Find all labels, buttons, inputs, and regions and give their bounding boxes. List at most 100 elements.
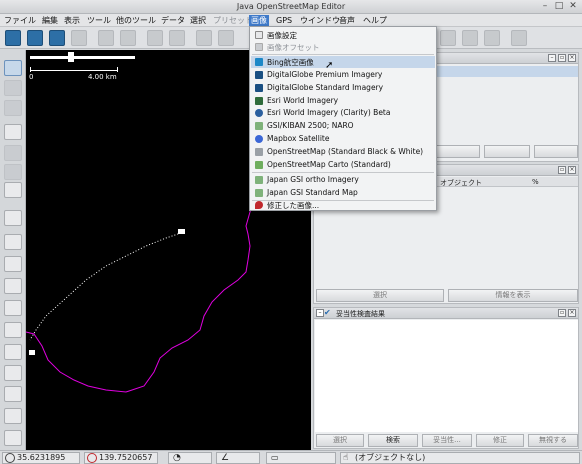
osm-layer-icon[interactable] [4,124,22,140]
menu-item-gsi-kiban[interactable]: GSI/KIBAN 2500; NARO [251,120,435,132]
menu-item-mapbox[interactable]: Mapbox Satellite [251,133,435,145]
left-toolbar [0,50,26,450]
redo-icon[interactable] [120,30,136,46]
menu-item-imagery-offset[interactable]: 画像オフセット [251,41,435,53]
layer-delete-button[interactable] [534,145,578,158]
validation-lookup-button[interactable]: 検索 [368,434,418,447]
panel-close-icon[interactable]: × [568,54,576,62]
menu-help[interactable]: ヘルプ [361,15,389,26]
panel-close-icon[interactable]: × [568,166,576,174]
select-button[interactable]: 選択 [316,289,444,302]
upload-icon[interactable] [71,30,87,46]
menu-imagery[interactable]: 画像 [249,15,269,26]
menu-more-tools[interactable]: 他のツール [114,15,158,26]
draw-tool-icon[interactable] [4,80,22,96]
digitalglobe-icon [255,71,263,79]
layer-zoom-button[interactable] [484,145,530,158]
notes-icon[interactable] [4,322,22,338]
heading-field: ◔ [168,452,212,464]
open-icon[interactable] [5,30,21,46]
menu-edit[interactable]: 編集 [40,15,60,26]
menu-data[interactable]: データ [159,15,187,26]
menu-selection[interactable]: 選択 [188,15,208,26]
map-paint-icon[interactable] [4,408,22,424]
menu-file[interactable]: ファイル [2,15,38,26]
column-percent: % [532,178,539,186]
undo-icon[interactable] [98,30,114,46]
history-icon[interactable] [4,278,22,294]
validation-ignore-button[interactable]: 無視する [528,434,578,447]
validator-icon[interactable] [4,365,22,381]
layer-add-button[interactable] [434,145,480,158]
preferences-icon[interactable] [147,30,163,46]
menu-item-label: GSI/KIBAN 2500; NARO [267,121,354,130]
minimize-icon[interactable]: – [539,1,551,12]
split-way-icon[interactable] [196,30,212,46]
relation-icon[interactable] [4,256,22,272]
node-marker [178,229,185,234]
menu-gps[interactable]: GPS [274,15,294,26]
menu-item-label: 修正した画像... [267,201,320,210]
panel-detach-icon[interactable]: ▫ [558,54,566,62]
validation-results-list[interactable] [315,320,578,432]
menu-item-label: Esri World Imagery (Clarity) Beta [267,108,391,117]
delete-tool-icon[interactable] [4,145,22,161]
selection-status-text: (オブジェクトなし) [355,453,426,462]
latitude-field: 35.6231895 [2,452,80,464]
gps-icon[interactable] [4,344,22,360]
imagery-menu: 画像設定 画像オフセット Bing航空画像 ➚ DigitalGlobe Pre… [249,26,437,211]
validation-fix-button[interactable]: 修正 [476,434,524,447]
chart-icon[interactable] [511,30,527,46]
menu-item-modified-imagery[interactable]: 修正した画像... [251,199,435,211]
menu-item-osm-carto[interactable]: OpenStreetMap Carto (Standard) [251,159,435,171]
improve-way-icon[interactable] [4,100,22,116]
menu-audio[interactable]: 音声 [337,15,357,26]
layer-row-selected[interactable] [434,66,578,77]
mapbox-icon [255,135,263,143]
panel-close-icon[interactable]: × [568,309,576,317]
panel-detach-icon[interactable]: ▫ [558,309,566,317]
panel-collapse-icon[interactable]: – [548,54,556,62]
location-pin-icon[interactable] [4,430,22,446]
menu-view[interactable]: 表示 [62,15,82,26]
menu-item-bing[interactable]: Bing航空画像 ➚ [251,56,435,71]
filter-funnel-icon[interactable] [4,386,22,402]
changeset-icon[interactable] [4,300,22,316]
menu-item-label: Japan GSI ortho Imagery [267,175,359,184]
layer-list-icon[interactable] [4,182,22,198]
menu-item-esri-clarity[interactable]: Esri World Imagery (Clarity) Beta [251,107,435,119]
panel-toggle-icon[interactable]: – [316,309,324,317]
menu-item-label: DigitalGlobe Standard Imagery [267,83,384,92]
maximize-icon[interactable]: □ [553,1,565,12]
menu-item-digitalglobe-standard[interactable]: DigitalGlobe Standard Imagery [251,82,435,94]
select-tool-icon[interactable] [4,60,22,76]
save-icon[interactable] [27,30,43,46]
menu-item-imagery-preferences[interactable]: 画像設定 [251,29,435,41]
osm-pencil-icon [255,148,263,156]
tags-icon[interactable] [4,210,22,226]
zoom-icon[interactable] [169,30,185,46]
menu-item-osm-bw[interactable]: OpenStreetMap (Standard Black & White) [251,146,435,158]
layers-icon[interactable] [462,30,478,46]
close-icon[interactable]: ✕ [567,1,579,12]
pointer-icon: ☝ [343,453,349,463]
panel-detach-icon[interactable]: ▫ [558,166,566,174]
menu-item-label: DigitalGlobe Premium Imagery [267,70,383,79]
longitude-icon [87,453,97,463]
osm-pencil-icon [255,161,263,169]
combine-way-icon[interactable] [218,30,234,46]
menu-tools[interactable]: ツール [85,15,113,26]
menu-windows[interactable]: ウインドウ [298,15,342,26]
crown-icon[interactable] [484,30,500,46]
wireframe-icon[interactable] [440,30,456,46]
more-tools-icon[interactable] [4,164,22,180]
filter-icon[interactable] [4,234,22,250]
show-info-button[interactable]: 情報を表示 [448,289,578,302]
validation-select-button[interactable]: 選択 [316,434,364,447]
menu-item-esri-world[interactable]: Esri World Imagery [251,95,435,107]
menu-item-digitalglobe-premium[interactable]: DigitalGlobe Premium Imagery [251,69,435,81]
menu-item-gsi-ortho[interactable]: Japan GSI ortho Imagery [251,174,435,186]
download-icon[interactable] [49,30,65,46]
validation-validate-button[interactable]: 妥当性... [422,434,472,447]
menu-item-gsi-standard[interactable]: Japan GSI Standard Map [251,187,435,199]
